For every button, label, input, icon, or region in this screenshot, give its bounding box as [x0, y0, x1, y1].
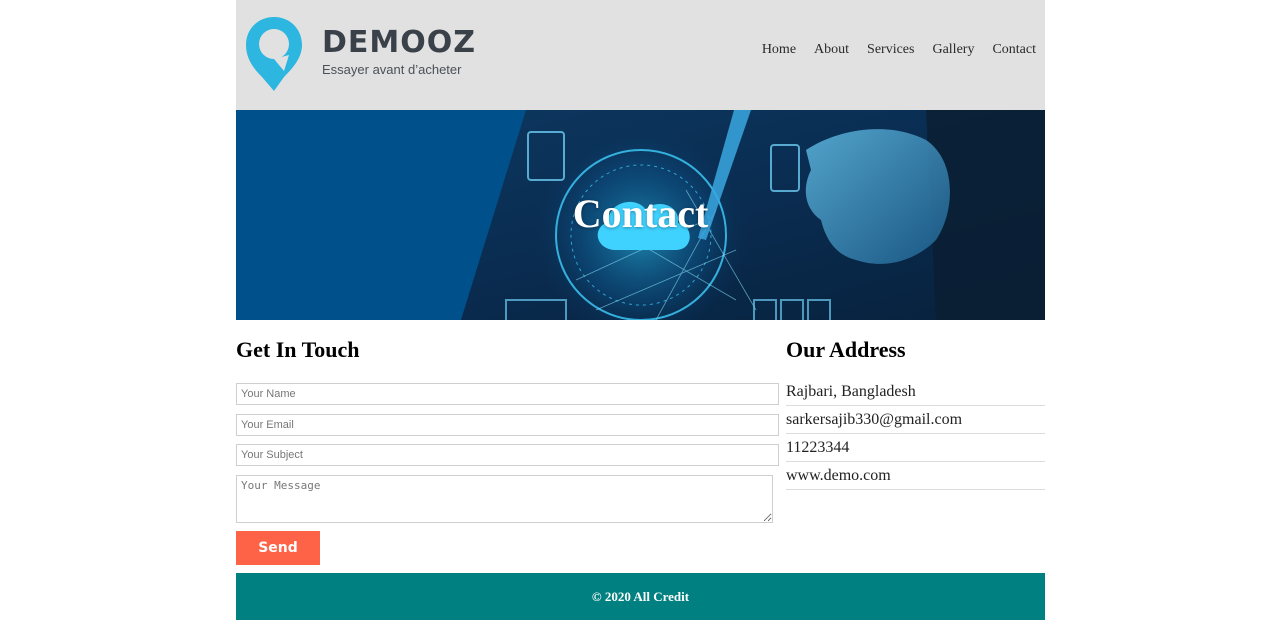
brand-name: DEMOOZ	[322, 25, 477, 60]
email-input[interactable]	[236, 414, 779, 436]
address-phone: 11223344	[786, 434, 1045, 462]
address-list: Rajbari, Bangladesh sarkersajib330@gmail…	[786, 378, 1045, 490]
map-pin-logo-icon	[246, 17, 302, 91]
contact-form-title: Get In Touch	[236, 337, 360, 362]
address-website: www.demo.com	[786, 462, 1045, 490]
nav-home-link[interactable]: Home	[762, 42, 796, 58]
brand-logo[interactable]: DEMOOZ Essayer avant d’acheter	[244, 15, 484, 95]
message-textarea[interactable]	[236, 475, 773, 523]
page-wrapper: DEMOOZ Essayer avant d’acheter Home Abou…	[236, 0, 1045, 620]
address-title: Our Address	[786, 337, 906, 362]
subject-input[interactable]	[236, 444, 779, 466]
footer-credit: © 2020 All Credit	[591, 589, 690, 604]
nav-contact-link[interactable]: Contact	[992, 42, 1036, 58]
hero-title: Contact	[572, 191, 709, 236]
hero-banner: Contact	[236, 110, 1045, 320]
brand-tagline: Essayer avant d’acheter	[322, 62, 462, 77]
send-button[interactable]: Send	[236, 531, 320, 565]
address-email: sarkersajib330@gmail.com	[786, 406, 1045, 434]
site-footer: © 2020 All Credit	[236, 573, 1045, 620]
site-header: DEMOOZ Essayer avant d’acheter Home Abou…	[236, 0, 1045, 110]
main-nav: Home About Services Gallery Contact	[762, 42, 1036, 58]
nav-gallery-link[interactable]: Gallery	[932, 42, 974, 58]
name-input[interactable]	[236, 383, 779, 405]
nav-services-link[interactable]: Services	[867, 42, 914, 58]
address-location: Rajbari, Bangladesh	[786, 378, 1045, 406]
nav-about-link[interactable]: About	[814, 42, 849, 58]
